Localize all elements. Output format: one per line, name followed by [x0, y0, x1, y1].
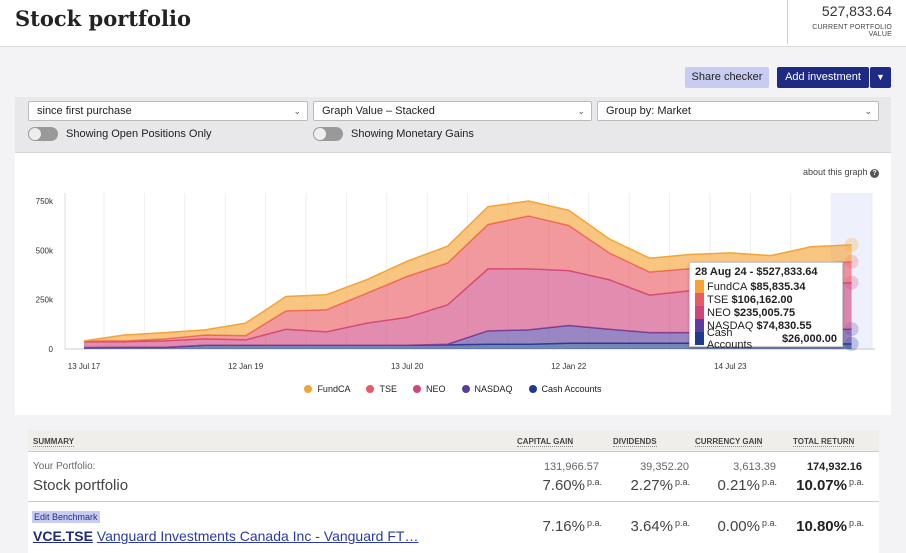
- legend-item[interactable]: NEO: [412, 384, 446, 394]
- legend-label: NASDAQ: [474, 384, 513, 394]
- x-tick-label: 12 Jan 19: [228, 362, 264, 371]
- currency-gain-value: 3,613.39: [733, 461, 776, 473]
- x-tick-label: 13 Jul 20: [391, 362, 424, 371]
- series-value: $26,000.00: [781, 332, 837, 345]
- edit-benchmark-button[interactable]: Edit Benchmark: [32, 511, 100, 523]
- series-value: $235,005.75: [733, 306, 796, 319]
- series-name: NEO: [707, 306, 731, 319]
- add-investment-button[interactable]: Add investment: [777, 67, 869, 88]
- toggle-switch[interactable]: [313, 127, 343, 141]
- portfolio-value-label: CURRENT PORTFOLIO VALUE: [812, 24, 892, 38]
- header-capital-gain[interactable]: CAPITAL GAIN: [517, 437, 574, 447]
- benchmark-row: Edit Benchmark VCE.TSE Vanguard Investme…: [28, 503, 879, 553]
- summary-header-row: SUMMARY CAPITAL GAIN DIVIDENDS CURRENCY …: [28, 430, 879, 452]
- toggle-switch[interactable]: [28, 127, 58, 141]
- capital-gain-value: 131,966.57: [543, 461, 599, 473]
- header-summary: SUMMARY: [33, 437, 75, 447]
- group-by-value: Group by: Market: [606, 105, 691, 117]
- portfolio-label: Your Portfolio:: [33, 461, 96, 472]
- hover-marker: [844, 237, 859, 252]
- series-name: TSE: [707, 293, 729, 306]
- legend-dot-icon: [461, 385, 470, 393]
- y-tick-label: 750k: [36, 197, 54, 206]
- chart-legend: FundCA TSE NEO NASDAQ Cash Accounts: [15, 384, 891, 395]
- series-swatch: [695, 293, 704, 306]
- open-positions-label: Showing Open Positions Only: [66, 128, 212, 140]
- header-dividends[interactable]: DIVIDENDS: [613, 437, 657, 447]
- filters-panel: since first purchase ⌄ Graph Value – Stac…: [15, 97, 891, 153]
- legend-label: FundCA: [317, 384, 351, 394]
- total-return-pct: 10.80% p.a.: [796, 518, 864, 535]
- x-tick-label: 14 Jul 23: [714, 362, 747, 371]
- tooltip-row: NEO $235,005.75: [695, 306, 837, 319]
- tooltip-title: 28 Aug 24 - $527,833.64: [695, 266, 818, 278]
- dividends-pct: 2.27% p.a.: [630, 477, 690, 494]
- header-total-return[interactable]: TOTAL RETURN: [793, 437, 855, 447]
- portfolio-value-box: 527,833.64 CURRENT PORTFOLIO VALUE: [787, 0, 906, 44]
- benchmark-ticker[interactable]: VCE.TSE: [33, 528, 93, 544]
- legend-dot-icon: [366, 385, 375, 393]
- legend-label: TSE: [379, 384, 397, 394]
- legend-item[interactable]: Cash Accounts: [528, 384, 602, 394]
- period-value: since first purchase: [37, 105, 132, 117]
- open-positions-toggle[interactable]: Showing Open Positions Only: [28, 127, 212, 141]
- benchmark-link[interactable]: VCE.TSE Vanguard Investments Canada Inc …: [33, 528, 418, 544]
- legend-item[interactable]: NASDAQ: [461, 384, 513, 394]
- y-tick-label: 0: [49, 345, 54, 354]
- currency-gain-pct: 0.21% p.a.: [717, 477, 777, 494]
- currency-gain-pct: 0.00% p.a.: [717, 518, 777, 535]
- chevron-down-icon: ⌄: [864, 106, 872, 116]
- series-name: Cash Accounts: [706, 326, 753, 351]
- series-swatch: [695, 332, 704, 345]
- series-value: $85,835.34: [750, 280, 806, 293]
- dividends-pct: 3.64% p.a.: [630, 518, 690, 535]
- series-value: $106,162.00: [731, 293, 793, 306]
- legend-dot-icon: [304, 385, 313, 393]
- legend-label: NEO: [425, 384, 446, 394]
- header-currency-gain[interactable]: CURRENCY GAIN: [695, 437, 763, 447]
- dividends-value: 39,352.20: [640, 461, 689, 473]
- x-tick-label: 12 Jan 22: [551, 362, 587, 371]
- legend-dot-icon: [528, 385, 537, 393]
- graph-type-select[interactable]: Graph Value – Stacked ⌄: [313, 101, 592, 121]
- page-title: Stock portfolio: [15, 6, 191, 31]
- capital-gain-pct: 7.16% p.a.: [542, 518, 602, 535]
- y-tick-label: 250k: [36, 296, 54, 305]
- benchmark-name[interactable]: Vanguard Investments Canada Inc - Vangua…: [97, 528, 419, 544]
- portfolio-name: Stock portfolio: [33, 477, 129, 494]
- chevron-down-icon: ⌄: [577, 106, 585, 116]
- summary-table: SUMMARY CAPITAL GAIN DIVIDENDS CURRENCY …: [28, 430, 879, 553]
- portfolio-value: 527,833.64: [821, 3, 892, 19]
- legend-item[interactable]: TSE: [366, 384, 397, 394]
- tooltip-row: TSE $106,162.00: [695, 293, 837, 306]
- page-header: Stock portfolio 527,833.64 CURRENT PORTF…: [0, 0, 906, 47]
- chart-tooltip: 28 Aug 24 - $527,833.64 FundCA $85,835.3…: [689, 262, 843, 351]
- legend-item[interactable]: FundCA: [304, 384, 350, 394]
- y-tick-label: 500k: [36, 246, 54, 255]
- total-return-pct: 10.07% p.a.: [796, 477, 864, 494]
- total-return-value: 174,932.16: [806, 461, 862, 473]
- graph-type-value: Graph Value – Stacked: [322, 105, 435, 117]
- add-investment-dropdown-chevron-down-icon[interactable]: ▼: [870, 67, 891, 88]
- chevron-down-icon: ⌄: [293, 106, 301, 116]
- legend-dot-icon: [412, 385, 421, 393]
- series-swatch: [695, 306, 704, 319]
- share-checker-button[interactable]: Share checker: [685, 67, 769, 88]
- capital-gain-pct: 7.60% p.a.: [542, 477, 602, 494]
- series-name: FundCA: [707, 280, 748, 293]
- x-tick-label: 13 Jul 17: [68, 362, 101, 371]
- tooltip-row: FundCA $85,835.34: [695, 280, 837, 293]
- series-swatch: [695, 319, 704, 332]
- period-select[interactable]: since first purchase ⌄: [28, 101, 308, 121]
- series-swatch: [695, 280, 704, 293]
- monetary-gains-label: Showing Monetary Gains: [351, 128, 474, 140]
- monetary-gains-toggle[interactable]: Showing Monetary Gains: [313, 127, 474, 141]
- tooltip-row: Cash Accounts $26,000.00: [695, 327, 837, 351]
- legend-label: Cash Accounts: [541, 384, 602, 394]
- portfolio-row: Your Portfolio: Stock portfolio 131,966.…: [28, 452, 879, 502]
- group-by-select[interactable]: Group by: Market ⌄: [597, 101, 879, 121]
